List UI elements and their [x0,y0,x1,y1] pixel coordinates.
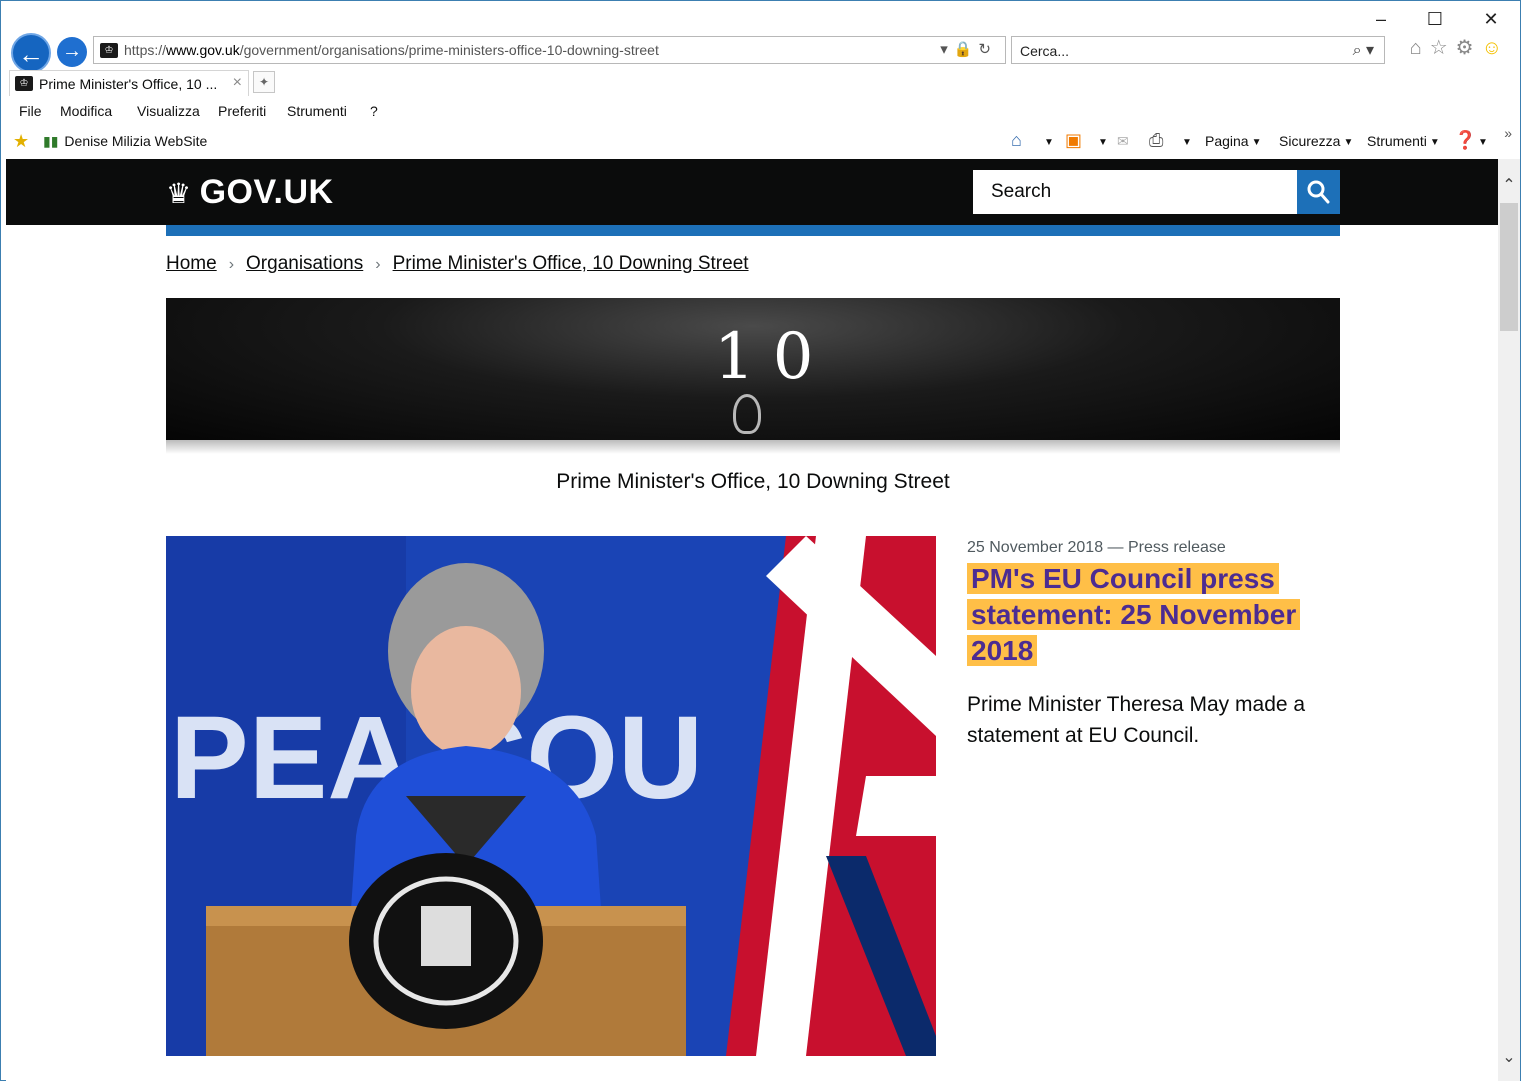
door-number: 10 [714,320,832,394]
add-favorite-star-icon[interactable]: ★ [13,131,29,152]
address-row: ← → ♔ https://www.gov.uk/government/orga… [1,31,1520,73]
settings-gear-icon[interactable]: ⚙ [1456,37,1482,59]
featured-image[interactable]: PEA COU [166,536,936,1056]
page-viewport: ♛ GOV.UK Search Home › Organisations › Prime … [6,159,1498,1081]
vertical-scrollbar[interactable]: ⌃ ⌄ [1498,159,1520,1081]
feedback-smiley-icon[interactable]: ☺ [1482,37,1510,59]
chevron-right-icon: › [375,256,381,273]
menu-help[interactable]: ? [370,103,378,119]
breadcrumb-home[interactable]: Home [166,253,217,274]
more-chevron-icon[interactable]: » [1504,125,1512,141]
organisation-banner: 10 [166,298,1340,440]
featured-title-link[interactable]: PM's EU Council press statement: 25 Nove… [967,561,1327,669]
tab-row: ♔ Prime Minister's Office, 10 ... × ✦ [1,69,1520,97]
gov-search-input[interactable]: Search [973,170,1297,214]
featured-meta: 25 November 2018 — Press release [967,539,1226,556]
menu-modifica[interactable]: Modifica [60,103,112,119]
print-dropdown-icon[interactable]: ▼ [1179,133,1192,149]
refresh-icon[interactable]: ↻ [978,41,997,58]
back-button[interactable]: ← [11,33,51,73]
menu-visualizza[interactable]: Visualizza [137,103,200,119]
read-mail-icon[interactable]: ✉ [1117,133,1129,150]
title-bar: – ☐ ✕ [1,1,1520,35]
safety-menu[interactable]: Sicurezza ▼ [1279,133,1353,149]
lock-icon[interactable]: 🔒 [954,41,979,58]
page-menu[interactable]: Pagina ▼ [1205,133,1262,149]
menu-preferiti[interactable]: Preferiti [218,103,266,119]
browser-window: – ☐ ✕ ← → ♔ https://www.gov.uk/governmen… [0,0,1521,1081]
scroll-down-icon[interactable]: ⌄ [1498,1047,1520,1067]
gov-header: ♛ GOV.UK Search [6,159,1498,225]
address-bar[interactable]: ♔ https://www.gov.uk/government/organisa… [93,36,1006,64]
featured-summary: Prime Minister Theresa May made a statem… [967,693,1306,747]
site-favicon-icon: ♔ [100,43,118,58]
new-tab-button[interactable]: ✦ [253,71,275,93]
tools-menu[interactable]: Strumenti ▼ [1367,133,1440,149]
menu-file[interactable]: File [19,103,42,119]
favorite-link[interactable]: ▮▮ Denise Milizia WebSite [43,133,207,150]
forward-button[interactable]: → [57,37,87,67]
menu-strumenti[interactable]: Strumenti [287,103,347,119]
door-knocker-icon [733,394,761,434]
dropdown-icon[interactable]: ▾ [940,41,954,58]
home-icon[interactable]: ⌂ [1410,37,1430,59]
help-dropdown-icon[interactable]: ▼ [1475,133,1488,149]
address-url: https://www.gov.uk/government/organisati… [124,42,659,58]
rss-feed-icon[interactable]: ▣ [1065,130,1082,151]
govuk-logo[interactable]: ♛ GOV.UK [166,173,334,212]
banner-shadow [166,440,1340,454]
scroll-thumb[interactable] [1500,203,1518,331]
toolbar-icons: ⌂☆⚙☺ [1410,35,1510,60]
tab-active[interactable]: ♔ Prime Minister's Office, 10 ... × [9,70,249,96]
breadcrumb: Home › Organisations › Prime Minister's Offi… [166,253,749,275]
maximize-icon[interactable]: ☐ [1415,5,1455,33]
organisation-name: Prime Minister's Office, 10 Downing Stre… [556,470,950,493]
favorites-star-icon[interactable]: ☆ [1430,37,1456,59]
address-tools: ▾🔒↻ [940,40,997,58]
minimize-icon[interactable]: – [1361,5,1401,33]
search-icon[interactable]: ⌕ ▾ [1353,40,1374,60]
close-window-icon[interactable]: ✕ [1471,5,1511,33]
tab-title: Prime Minister's Office, 10 ... [39,76,218,92]
books-icon: ▮▮ [43,133,59,149]
breadcrumb-organisations[interactable]: Organisations [246,253,363,274]
chevron-right-icon: › [228,256,235,273]
help-icon[interactable]: ❓ [1454,130,1476,151]
search-icon [1307,180,1330,204]
home-cmd-icon[interactable]: ⌂ [1011,130,1022,151]
favorites-bar: ★ ▮▮ Denise Milizia WebSite ⌂ ▼ ▣ ▼ ✉ ⎙ ▼… [1,125,1520,157]
home-dropdown-icon[interactable]: ▼ [1041,133,1054,149]
gov-search-button[interactable] [1297,170,1340,214]
browser-search-input[interactable]: Cerca... ⌕ ▾ [1011,36,1385,64]
print-icon[interactable]: ⎙ [1149,130,1163,151]
crown-icon: ♛ [166,178,192,209]
header-blue-bar [166,225,1340,236]
scroll-up-icon[interactable]: ⌃ [1498,175,1520,195]
breadcrumb-current[interactable]: Prime Minister's Office, 10 Downing Stre… [393,253,749,274]
rss-dropdown-icon[interactable]: ▼ [1095,133,1108,149]
tab-favicon-icon: ♔ [15,76,33,91]
tab-close-icon[interactable]: × [233,74,242,92]
menu-bar: File Modifica Visualizza Preferiti Strum… [1,97,1520,125]
